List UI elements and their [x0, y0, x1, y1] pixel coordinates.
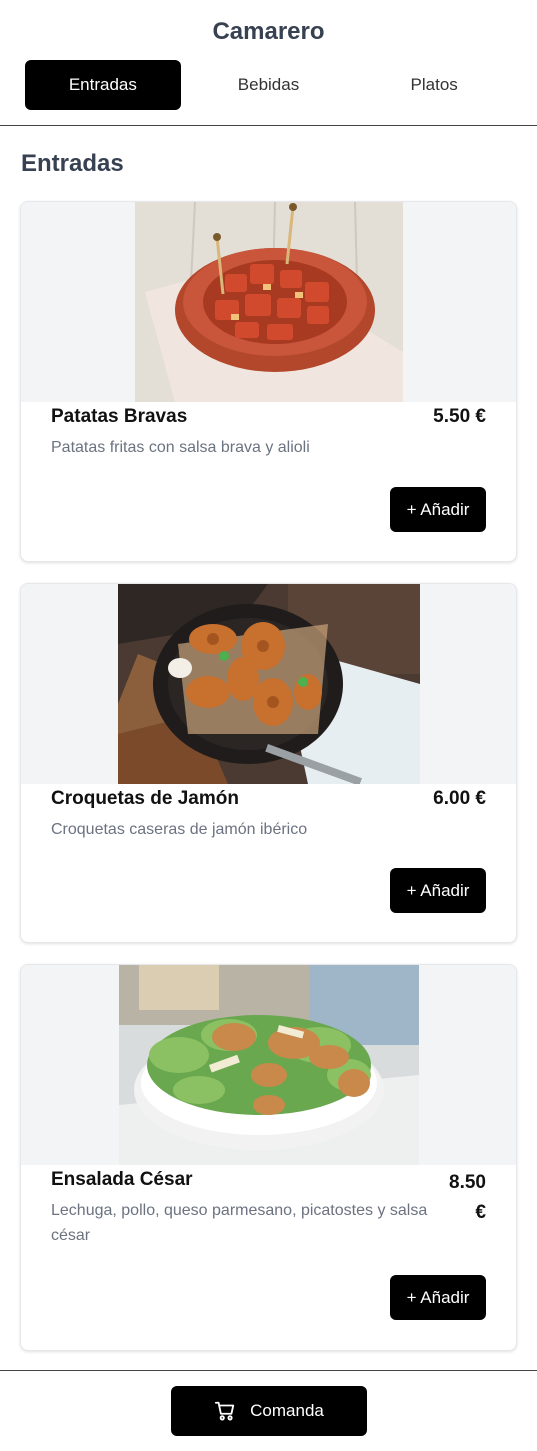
item-image-area	[21, 965, 516, 1165]
item-description: Croquetas caseras de jamón ibérico	[51, 821, 308, 838]
add-button[interactable]: + Añadir	[390, 1275, 486, 1320]
add-button[interactable]: + Añadir	[390, 487, 486, 532]
item-name: Croquetas de Jamón	[51, 788, 239, 809]
section-title: Entradas	[21, 150, 124, 177]
item-description: Lechuga, pollo, queso parmesano, picatos…	[51, 1202, 428, 1244]
cart-icon	[215, 1401, 235, 1421]
app-title: Camarero	[212, 18, 325, 45]
item-price: 8.50 €	[449, 1172, 486, 1223]
croquetas-photo	[118, 584, 420, 784]
item-price: 5.50 €	[433, 406, 486, 427]
patatas-bravas-photo	[135, 202, 403, 402]
item-price: 6.00 €	[433, 788, 486, 809]
tab-bebidas[interactable]: Bebidas	[191, 60, 347, 110]
tab-entradas[interactable]: Entradas	[25, 60, 181, 110]
order-button[interactable]: Comanda	[171, 1386, 367, 1436]
item-name: Ensalada César	[51, 1169, 193, 1190]
add-button[interactable]: + Añadir	[390, 868, 486, 913]
item-name: Patatas Bravas	[51, 406, 188, 427]
footer-bar: Comanda	[0, 1370, 537, 1451]
menu-item-card: Ensalada César 8.50 € Lechuga, pollo, qu…	[20, 964, 517, 1351]
item-image-area	[21, 202, 516, 402]
item-description: Patatas fritas con salsa brava y alioli	[51, 439, 310, 456]
menu-item-card: Croquetas de Jamón 6.00 € Croquetas case…	[20, 583, 517, 943]
category-tabs: Entradas Bebidas Platos	[25, 60, 512, 110]
tab-platos[interactable]: Platos	[356, 60, 512, 110]
app-header: Camarero Entradas Bebidas Platos	[0, 0, 537, 126]
order-button-label: Comanda	[250, 1401, 324, 1420]
menu-item-card: Patatas Bravas 5.50 € Patatas fritas con…	[20, 201, 517, 562]
item-image-area	[21, 584, 516, 784]
ensalada-cesar-photo	[119, 965, 419, 1165]
